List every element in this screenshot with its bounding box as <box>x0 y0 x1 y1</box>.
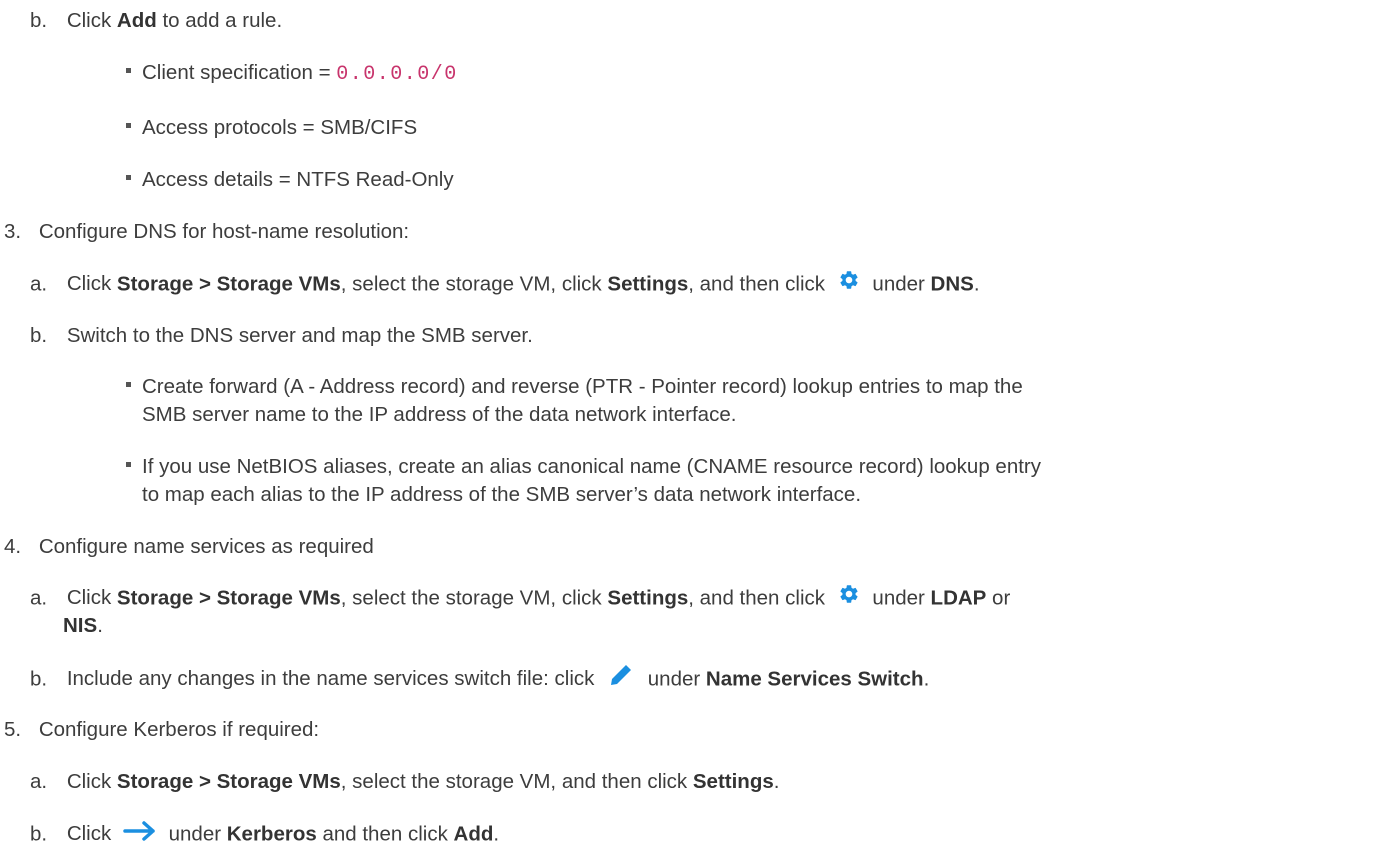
code-value: 0.0.0.0/0 <box>336 63 458 86</box>
step5-heading: 5. Configure Kerberos if required: <box>4 718 320 741</box>
step3-heading: 3. Configure DNS for host-name resolutio… <box>4 220 410 243</box>
ui-label: Settings <box>692 770 774 793</box>
bullet-marker <box>126 462 131 468</box>
gear-icon <box>837 583 861 611</box>
step4-item-a-cont: NIS. <box>63 614 103 637</box>
bullet-access-protocols: Access protocols = SMB/CIFS <box>126 115 417 140</box>
step5-item-a: a. Click Storage > Storage VMs, select t… <box>30 770 780 793</box>
ui-label: Storage > Storage VMs <box>116 272 341 296</box>
ui-label: Kerberos <box>226 822 317 846</box>
ui-label: NIS <box>63 614 98 637</box>
ui-label: Settings <box>607 272 689 296</box>
list-marker: a. <box>30 272 48 296</box>
ui-label: LDAP <box>930 586 987 610</box>
bullet-client-spec: Client specification = 0.0.0.0/0 <box>126 60 458 87</box>
step3-item-b: b. Switch to the DNS server and map the … <box>30 324 533 347</box>
ui-label: Name Services Switch <box>705 667 924 691</box>
step5-item-b: b. Click under Kerberos and then click A… <box>30 821 499 849</box>
list-marker: 4. <box>4 535 22 558</box>
list-marker: b. <box>30 324 48 347</box>
step4-item-b: b. Include any changes in the name servi… <box>30 665 929 695</box>
arrow-right-icon <box>123 819 157 847</box>
bullet-netbios-alias-cont: to map each alias to the IP address of t… <box>142 483 862 506</box>
ui-label: Storage > Storage VMs <box>116 770 341 793</box>
step3-item-a: a. Click Storage > Storage VMs, select t… <box>30 271 980 299</box>
pencil-icon <box>606 663 636 693</box>
list-marker: b. <box>30 667 48 691</box>
ui-label: Add <box>116 9 157 32</box>
list-marker: 5. <box>4 718 22 741</box>
bullet-marker <box>126 175 131 181</box>
bullet-access-details: Access details = NTFS Read-Only <box>126 167 454 192</box>
bullet-marker <box>126 382 131 388</box>
ui-label: Storage > Storage VMs <box>116 586 341 610</box>
step2-item-b: b. Click Add to add a rule. <box>30 9 283 32</box>
bullet-forward-reverse-cont: SMB server name to the IP address of the… <box>142 403 737 426</box>
ui-label: Settings <box>607 586 689 610</box>
list-marker: 3. <box>4 220 22 243</box>
list-marker: b. <box>30 822 48 846</box>
step4-item-a: a. Click Storage > Storage VMs, select t… <box>30 585 1010 613</box>
bullet-marker <box>126 68 131 74</box>
step4-heading: 4. Configure name services as required <box>4 535 374 558</box>
list-marker: a. <box>30 586 48 610</box>
list-marker: a. <box>30 770 48 793</box>
list-marker: b. <box>30 9 48 32</box>
bullet-netbios-alias: If you use NetBIOS aliases, create an al… <box>126 454 1041 479</box>
bullet-forward-reverse: Create forward (A - Address record) and … <box>126 374 1023 399</box>
ui-label: DNS <box>930 272 974 296</box>
bullet-marker <box>126 123 131 129</box>
ui-label: Add <box>453 822 494 846</box>
gear-icon <box>837 269 861 297</box>
